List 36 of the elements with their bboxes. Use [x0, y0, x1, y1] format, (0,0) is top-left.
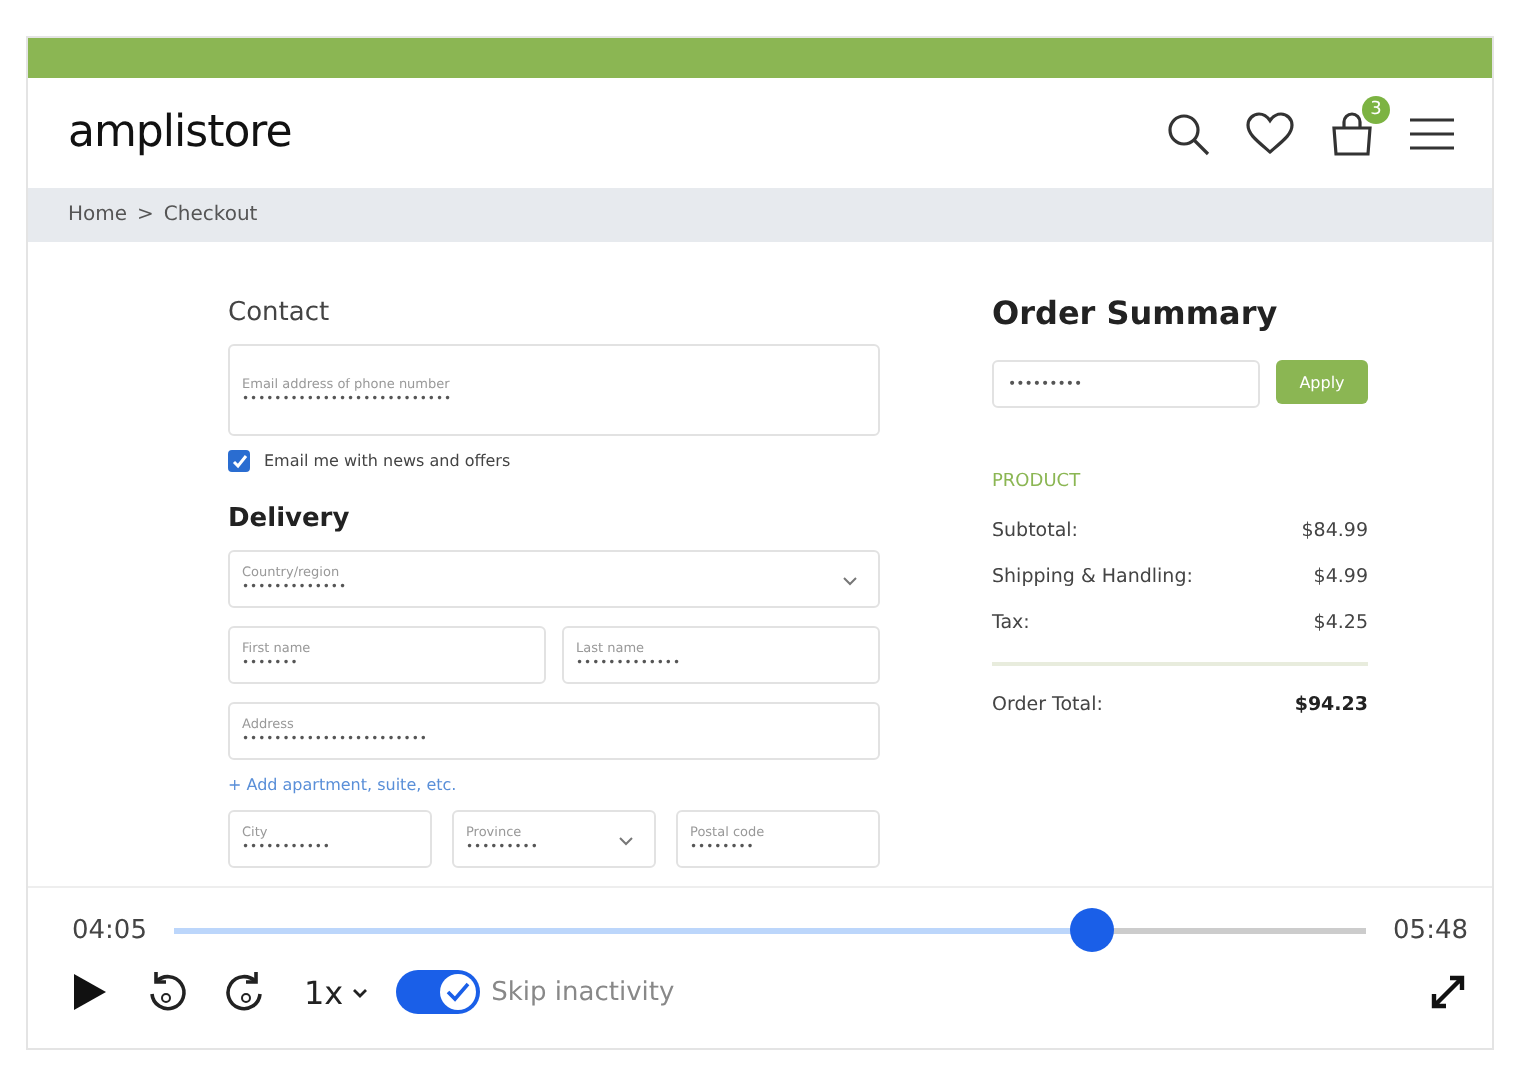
line-amount: $84.99 [1301, 520, 1368, 542]
logo[interactable]: amplistore [68, 108, 292, 158]
fullscreen-icon[interactable] [1428, 972, 1468, 1012]
line-label: Shipping & Handling: [992, 566, 1193, 588]
line-label: Subtotal: [992, 520, 1079, 542]
line-label: Tax: [992, 612, 1030, 634]
order-summary-title: Order Summary [992, 294, 1280, 332]
total-label: Order Total: [992, 694, 1103, 716]
total-amount: $94.23 [1294, 694, 1368, 716]
breadcrumb-item: Checkout [163, 204, 258, 226]
play-icon[interactable] [72, 972, 108, 1012]
cart-count-badge: 3 [1362, 95, 1390, 123]
section-title: Delivery [228, 504, 352, 534]
breadcrumb-item[interactable]: Home [68, 204, 128, 226]
skip-toggle[interactable] [395, 970, 480, 1014]
chevron-down-icon [618, 836, 634, 846]
search-icon[interactable] [1164, 109, 1212, 157]
check-icon [445, 982, 470, 1002]
duration-time: 05:48 [1393, 915, 1468, 945]
chevron-down-icon [351, 987, 368, 997]
elapsed-time: 04:05 [72, 915, 147, 945]
speed-button[interactable]: 1x [304, 973, 368, 1011]
section-heading: PRODUCT [992, 472, 1083, 492]
section-title: Contact [228, 298, 332, 328]
chevron-down-icon [842, 576, 858, 586]
fast-forward-icon[interactable] [224, 968, 268, 1016]
progress-handle[interactable] [1069, 908, 1114, 952]
checkbox[interactable] [228, 450, 250, 472]
menu-icon[interactable] [1408, 113, 1456, 153]
skip-inactivity-label: Skip inactivity [491, 977, 675, 1007]
checkbox-label: Email me with news and offers [264, 452, 511, 470]
line-amount: $4.99 [1313, 566, 1368, 588]
line-amount: $4.25 [1313, 612, 1368, 634]
breadcrumb-item: > [137, 204, 154, 226]
heart-icon[interactable] [1244, 109, 1296, 157]
rewind-icon[interactable] [144, 968, 188, 1016]
